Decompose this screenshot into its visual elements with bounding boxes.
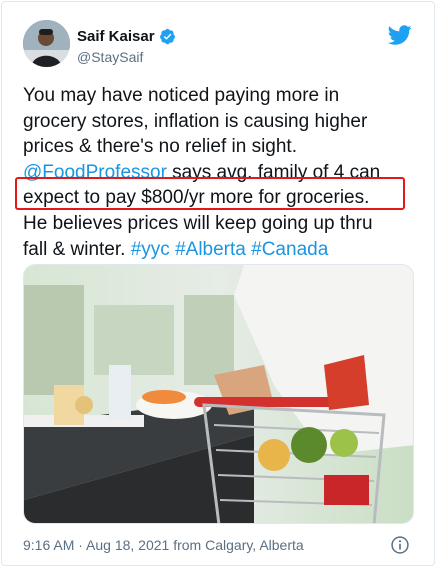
avatar[interactable] (23, 20, 70, 67)
tweet-text-line: You may have noticed paying more in (23, 83, 423, 109)
twitter-bird-icon[interactable] (388, 23, 412, 47)
tweet-text-line: grocery stores, inflation is causing hig… (23, 109, 423, 135)
highlight-box (15, 177, 405, 210)
tweet-text-fragment: You may have noticed paying more in (23, 85, 340, 106)
tweet-text-fragment: prices & there's no relief in sight. (23, 136, 297, 158)
tweet-text-fragment: He believes prices will keep going up th… (23, 212, 373, 234)
tweet-text-fragment: fall & winter. (23, 238, 131, 260)
tweet-text-line: He believes prices will keep going up th… (23, 211, 423, 237)
verified-badge-icon (159, 28, 175, 44)
hashtag-link[interactable]: #yyc (131, 239, 170, 260)
author-handle[interactable]: @StaySaif (77, 49, 176, 65)
tweet-author: Saif Kaisar @StaySaif (77, 26, 176, 65)
author-name-row: Saif Kaisar (77, 26, 176, 46)
tweet-text-line: prices & there's no relief in sight. (23, 134, 423, 160)
hashtag-link[interactable]: #Alberta (175, 239, 246, 260)
tweet-photo[interactable] (23, 264, 414, 524)
info-icon[interactable] (390, 535, 410, 555)
author-name[interactable]: Saif Kaisar (77, 28, 155, 45)
tweet-text-line: fall & winter. #yyc #Alberta #Canada (23, 237, 423, 263)
hashtag-link[interactable]: #Canada (251, 239, 328, 260)
tweet-card: Saif Kaisar @StaySaif You may have notic… (1, 1, 435, 566)
tweet-text-fragment: grocery stores, inflation is causing hig… (23, 110, 368, 132)
tweet-text: You may have noticed paying more in groce… (23, 83, 423, 262)
tweet-timestamp[interactable]: 9:16 AM · Aug 18, 2021 from Calgary, Alb… (23, 537, 304, 553)
